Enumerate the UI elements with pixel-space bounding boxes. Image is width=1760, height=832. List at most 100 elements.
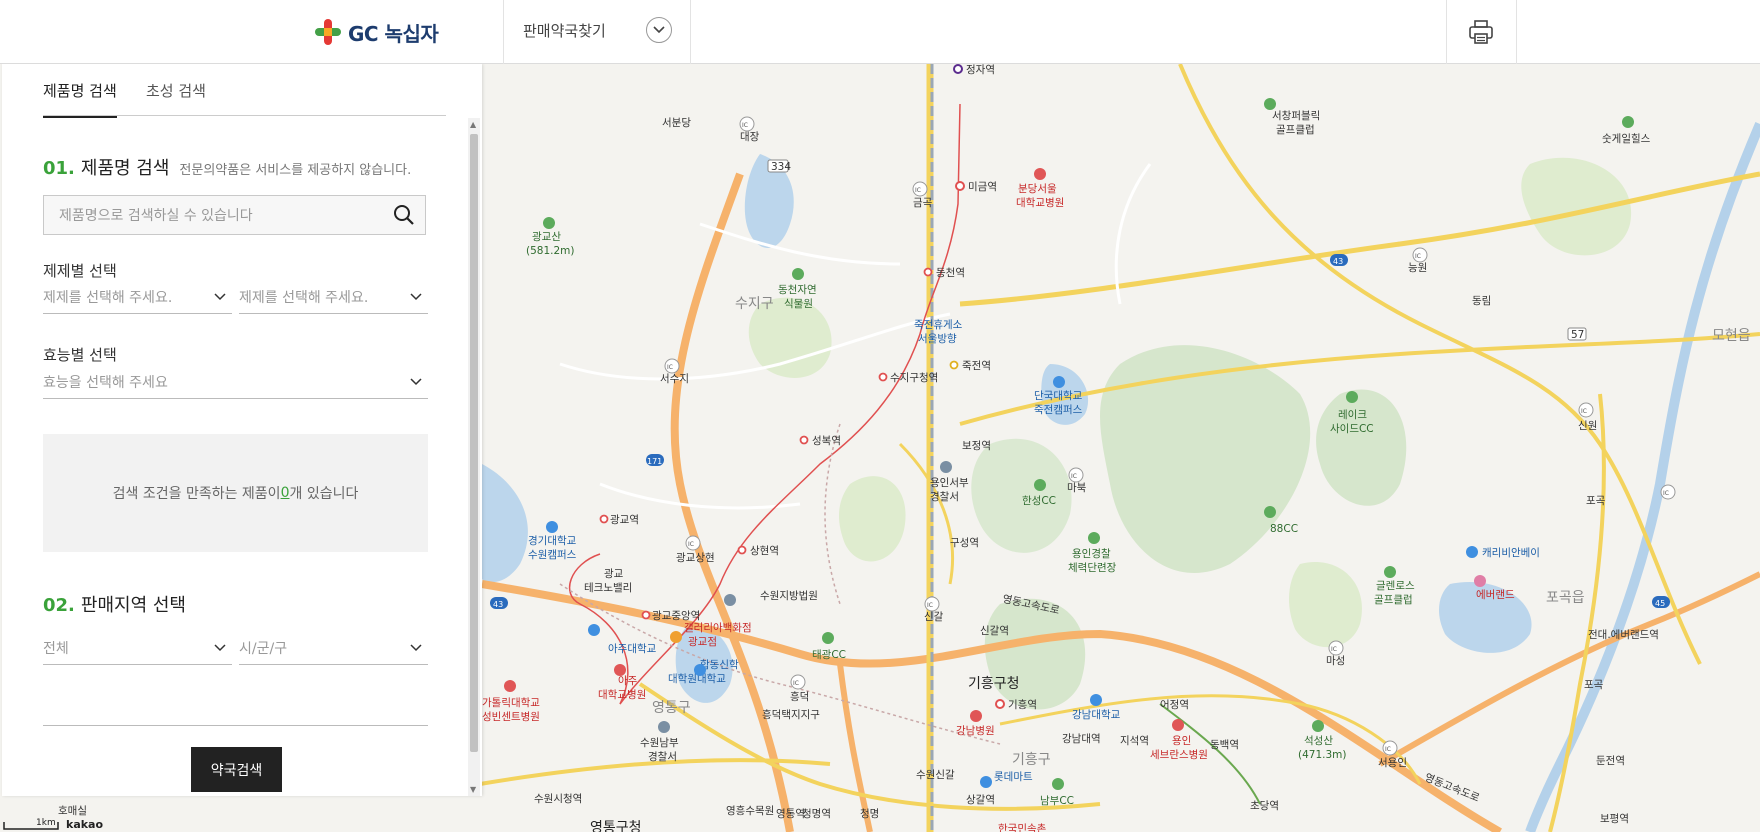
map-label: 초당역 bbox=[1250, 800, 1279, 812]
map-label: 숫게일힐스 bbox=[1602, 132, 1651, 145]
svg-text:IC: IC bbox=[1331, 646, 1337, 653]
map-label: 아주대학교 bbox=[608, 643, 657, 655]
gc-cross-icon bbox=[315, 19, 341, 45]
svg-text:IC: IC bbox=[742, 122, 748, 129]
map-label: 강남병원 bbox=[956, 725, 995, 737]
map-label: 청명 bbox=[860, 808, 879, 820]
map-label: 에버랜드 bbox=[1476, 589, 1515, 601]
map-label: 대학교병원 bbox=[598, 689, 646, 701]
scale-label: 1km bbox=[36, 818, 56, 828]
map-label: 광교역 bbox=[610, 514, 639, 526]
divider bbox=[43, 725, 428, 726]
map-label: 석성산 bbox=[1304, 735, 1333, 747]
effect-label: 효능별 선택 bbox=[43, 346, 117, 364]
map-label: 서분당 bbox=[662, 117, 691, 129]
golf-pin bbox=[1034, 479, 1046, 491]
road-shield: 45 bbox=[1655, 599, 1665, 608]
map-label: 단국대학교 bbox=[1034, 390, 1083, 402]
map-label: 사이드CC bbox=[1330, 423, 1374, 435]
map-label: 캐리비안베이 bbox=[1482, 547, 1540, 559]
map-label: 한성CC bbox=[1022, 495, 1056, 507]
police-pin bbox=[940, 461, 952, 473]
search-button[interactable] bbox=[393, 204, 415, 230]
map-label: 동천자연 bbox=[778, 284, 817, 296]
map-label: (471.3m) bbox=[1298, 749, 1346, 761]
leisure-pin bbox=[1474, 575, 1486, 587]
chevron-down-icon bbox=[410, 292, 422, 300]
region-select-city[interactable]: 시/군/구 bbox=[239, 631, 428, 665]
scroll-up-icon[interactable]: ▲ bbox=[470, 120, 476, 129]
park-pin bbox=[1088, 532, 1100, 544]
map-label: 영통구청 bbox=[590, 820, 642, 832]
nav-dropdown-button[interactable] bbox=[646, 17, 672, 43]
chevron-down-icon bbox=[410, 643, 422, 651]
product-search-input[interactable] bbox=[59, 206, 379, 226]
form-type-select-2[interactable]: 제제를 선택해 주세요. bbox=[239, 280, 428, 314]
map-label: 용인경찰 bbox=[1072, 547, 1111, 560]
map-label: 아주 bbox=[618, 675, 638, 687]
select-value: 제제를 선택해 주세요. bbox=[239, 289, 369, 306]
map-label: 골프클럽 bbox=[1276, 123, 1315, 136]
ic-marker: IC bbox=[790, 674, 806, 690]
map-label: 모현읍 bbox=[1712, 328, 1751, 344]
map-label: 마북 bbox=[1067, 482, 1087, 494]
chevron-down-icon bbox=[410, 377, 422, 385]
map-label: 한국민속촌 bbox=[998, 823, 1047, 832]
search-icon bbox=[394, 205, 414, 225]
shopping-pin bbox=[670, 631, 682, 643]
result-count: 0 bbox=[280, 485, 290, 501]
map-label: 수지구 bbox=[735, 296, 774, 312]
map-label: 테크노밸리 bbox=[584, 582, 632, 594]
map-label: 포곡읍 bbox=[1546, 590, 1585, 606]
map-label: 식물원 bbox=[784, 298, 813, 310]
map-label: 상갈역 bbox=[966, 793, 995, 806]
university-pin bbox=[1053, 376, 1065, 388]
map-label: 광교상현 bbox=[676, 552, 715, 564]
print-button[interactable] bbox=[1446, 0, 1516, 64]
map-label: 경찰서 bbox=[648, 750, 677, 763]
map-label: 수원시청역 bbox=[534, 793, 582, 805]
map-label: 영통역 bbox=[776, 808, 805, 820]
ic-marker: IC bbox=[1328, 640, 1344, 656]
result-summary: 검색 조건을 만족하는 제품이 0개 있습니다 bbox=[43, 434, 428, 552]
effect-select[interactable]: 효능을 선택해 주세요 bbox=[43, 365, 428, 399]
ic-marker: IC bbox=[1412, 247, 1428, 263]
university-pin bbox=[588, 624, 600, 636]
ic-marker: IC bbox=[912, 181, 928, 197]
chevron-down-icon bbox=[214, 643, 226, 651]
map-label: 레이크 bbox=[1338, 409, 1367, 421]
logo-text: GC 녹십자 bbox=[348, 21, 439, 46]
nav-pharmacy-finder[interactable]: 판매약국찾기 bbox=[523, 20, 606, 41]
map-label: 포곡 bbox=[1584, 679, 1604, 691]
map-label: 영흥수목원 bbox=[726, 804, 774, 817]
map-label: 흥덕택지지구 bbox=[762, 708, 820, 721]
map-label: 대장 bbox=[740, 131, 760, 143]
result-suffix: 개 있습니다 bbox=[289, 486, 359, 502]
tab-product-name[interactable]: 제품명 검색 bbox=[43, 80, 117, 118]
scroll-down-icon[interactable]: ▼ bbox=[470, 785, 476, 794]
scroll-thumb[interactable] bbox=[470, 134, 478, 752]
panel-scrollbar[interactable]: ▲ ▼ bbox=[468, 118, 480, 796]
map-label: 신갈 bbox=[924, 610, 944, 623]
section-product-search-title: 01. 제품명 검색 전문의약품은 서비스를 제공하지 않습니다. bbox=[43, 154, 411, 180]
select-value: 효능을 선택해 주세요 bbox=[43, 374, 168, 391]
road-shield: 43 bbox=[493, 600, 503, 609]
map-scale: 1km kakao bbox=[0, 818, 150, 832]
region-select-province[interactable]: 전체 bbox=[43, 631, 232, 665]
road-shield: 171 bbox=[647, 457, 662, 466]
mountain-pin bbox=[543, 217, 555, 229]
map-label: 신갈역 bbox=[980, 624, 1009, 637]
tab-initial-consonant[interactable]: 초성 검색 bbox=[146, 80, 206, 116]
pharmacy-search-button[interactable]: 약국검색 bbox=[191, 747, 282, 792]
form-type-select-1[interactable]: 제제를 선택해 주세요. bbox=[43, 280, 232, 314]
svg-text:IC: IC bbox=[1663, 490, 1669, 497]
logo[interactable]: GC 녹십자 bbox=[314, 16, 439, 48]
chevron-down-icon bbox=[653, 26, 665, 34]
svg-text:IC: IC bbox=[667, 364, 673, 371]
court-pin bbox=[724, 594, 736, 606]
form-type-label: 제제별 선택 bbox=[43, 262, 117, 280]
svg-text:IC: IC bbox=[1581, 408, 1587, 415]
hospital-pin bbox=[504, 680, 516, 692]
ic-marker: IC bbox=[1660, 484, 1676, 500]
map-label: 수원캠퍼스 bbox=[528, 549, 577, 561]
